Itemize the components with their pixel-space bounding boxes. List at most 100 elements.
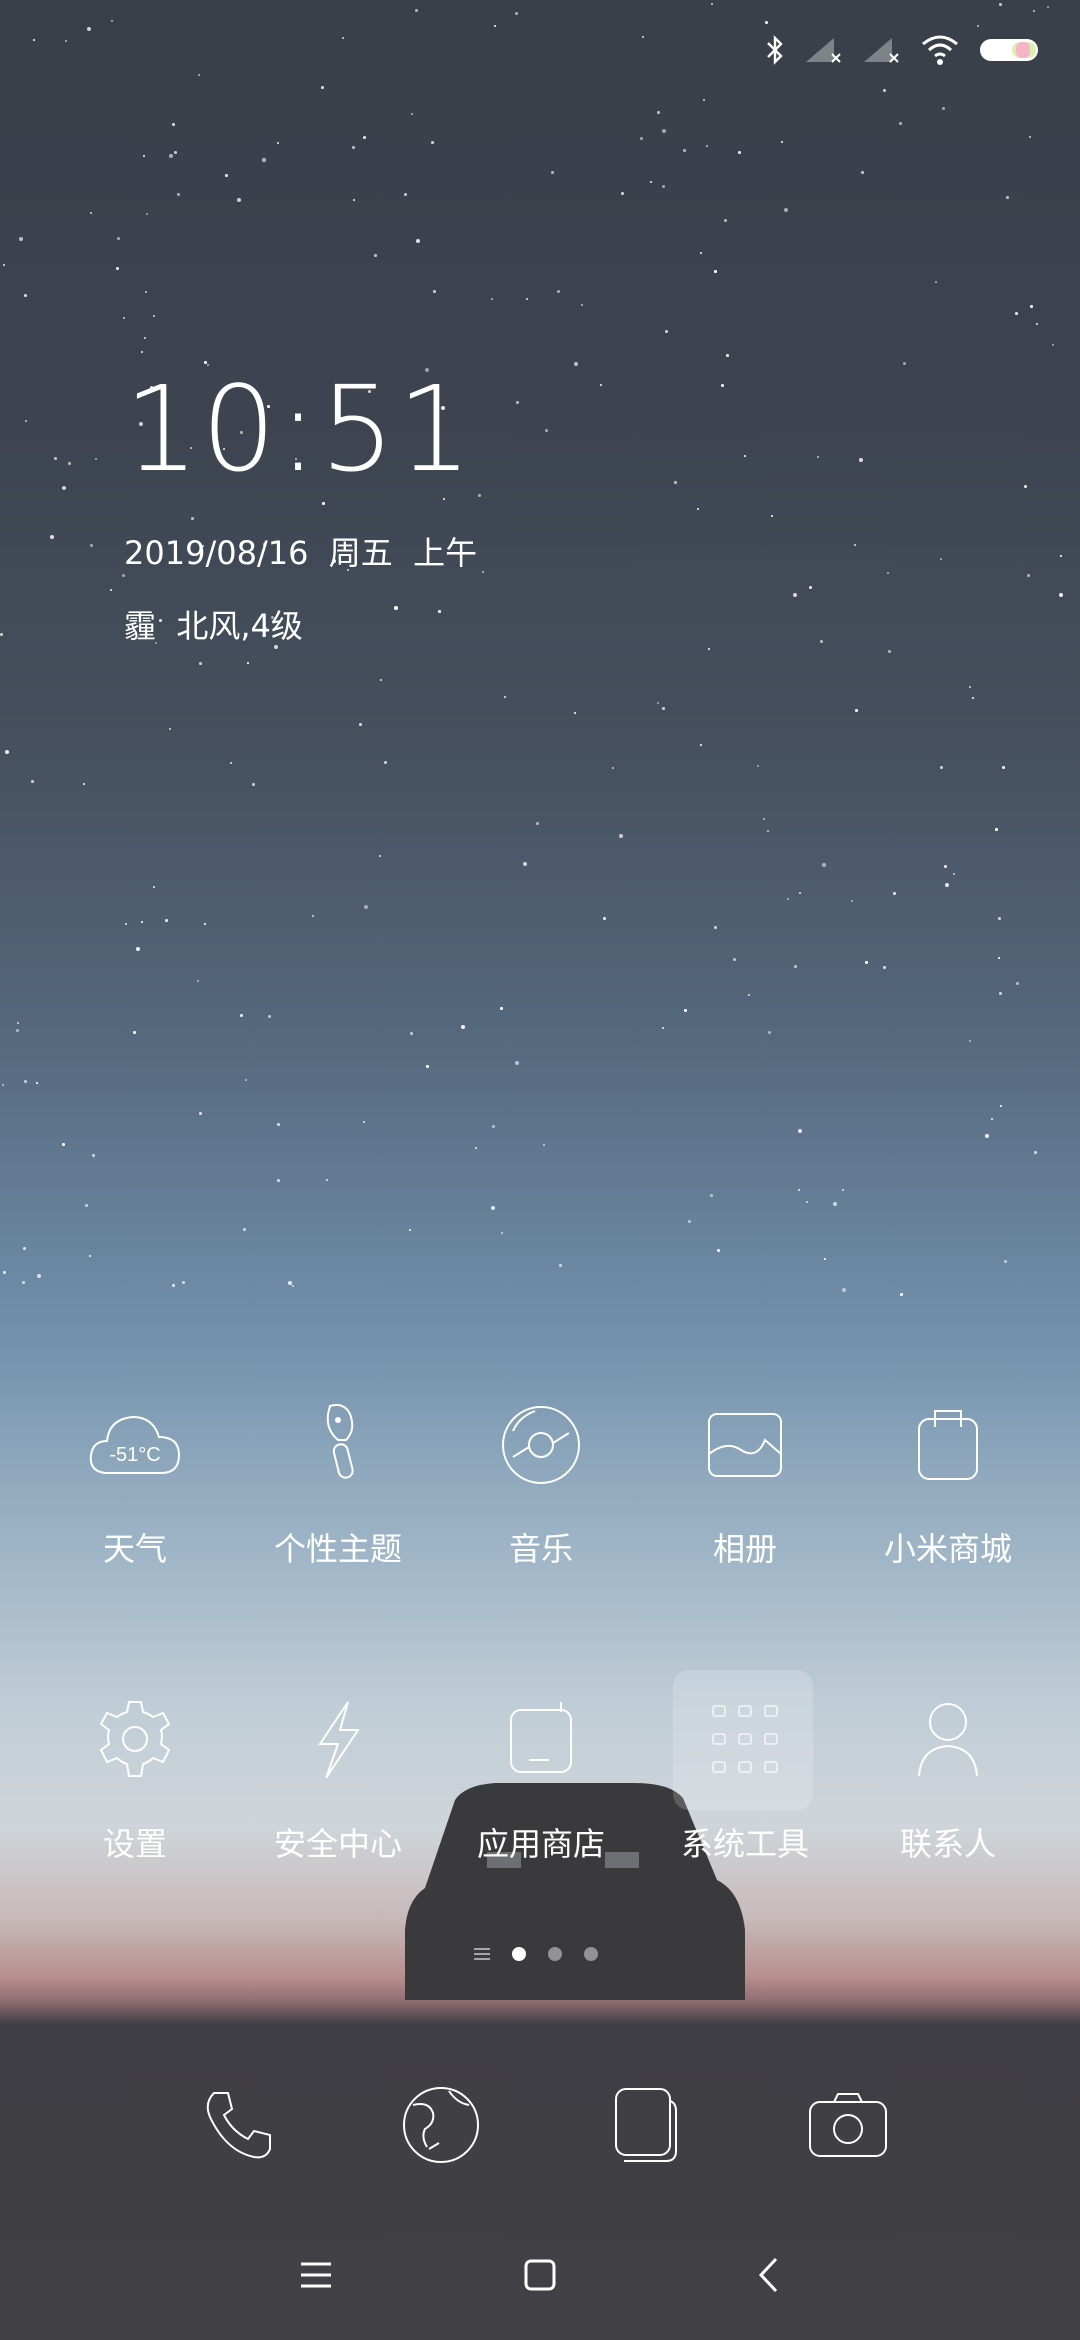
star — [443, 498, 445, 500]
app-music[interactable]: 音乐 — [436, 1390, 646, 1570]
app-contacts[interactable]: 联系人 — [843, 1685, 1053, 1865]
app-settings[interactable]: 设置 — [30, 1685, 240, 1865]
dock-browser[interactable] — [396, 2080, 486, 2170]
star — [165, 919, 168, 922]
app-weather[interactable]: -51°C 天气 — [30, 1390, 240, 1570]
star — [461, 1025, 465, 1029]
star — [806, 1201, 808, 1203]
star — [410, 1032, 413, 1035]
star — [1030, 305, 1033, 308]
star — [581, 304, 583, 306]
star — [277, 1179, 280, 1182]
star — [700, 744, 702, 746]
star — [0, 633, 3, 636]
star — [717, 1249, 720, 1252]
star — [820, 640, 823, 643]
star — [650, 181, 652, 183]
star — [865, 961, 868, 964]
star — [277, 1123, 280, 1126]
star — [199, 1112, 202, 1115]
star — [54, 457, 57, 460]
star — [893, 892, 896, 895]
star — [600, 384, 602, 386]
page-dot[interactable] — [548, 1947, 562, 1961]
star — [2, 1084, 4, 1086]
star — [292, 1285, 294, 1287]
star — [1034, 1151, 1037, 1154]
star — [110, 589, 112, 591]
star — [887, 572, 889, 574]
nav-back-button[interactable] — [738, 2245, 798, 2305]
star — [363, 1121, 365, 1123]
star — [674, 481, 677, 484]
app-mi-store[interactable]: 小米商城 — [843, 1390, 1053, 1570]
app-app-store[interactable]: 应用商店 — [436, 1685, 646, 1865]
app-label: 设置 — [102, 1825, 167, 1863]
star — [24, 1080, 27, 1083]
star — [288, 1281, 292, 1285]
star — [144, 337, 146, 339]
star — [684, 1009, 687, 1012]
star — [5, 750, 9, 754]
app-store-icon — [510, 1702, 572, 1773]
nav-menu-button[interactable] — [286, 2245, 346, 2305]
star — [172, 1284, 175, 1287]
star — [384, 761, 387, 764]
star — [225, 174, 228, 177]
dock-camera[interactable] — [803, 2080, 893, 2170]
star — [999, 3, 1002, 6]
dock-phone[interactable] — [193, 2080, 283, 2170]
star — [557, 290, 560, 293]
star — [277, 142, 279, 144]
star — [612, 767, 614, 769]
app-themes[interactable]: 个性主题 — [233, 1390, 443, 1570]
app-system-tools[interactable]: 系统工具 — [640, 1685, 850, 1865]
star — [768, 1031, 771, 1034]
star — [985, 1134, 989, 1138]
clock-time[interactable]: 10:51 — [124, 370, 474, 488]
star — [25, 420, 27, 422]
star — [117, 237, 120, 240]
nav-home-button[interactable] — [510, 2245, 570, 2305]
dock-messages[interactable] — [600, 2080, 690, 2170]
gear-icon — [99, 1701, 171, 1777]
app-gallery[interactable]: 相册 — [640, 1390, 850, 1570]
star — [146, 213, 148, 215]
star — [1047, 6, 1049, 8]
star — [551, 171, 554, 174]
page-dot[interactable] — [512, 1947, 526, 1961]
star — [199, 662, 202, 665]
star — [312, 915, 314, 917]
star — [842, 1189, 844, 1191]
star — [321, 86, 324, 89]
page-dot[interactable] — [584, 1947, 598, 1961]
star — [268, 1015, 271, 1018]
weather-text: 霾 北风,4级 — [124, 607, 303, 645]
star — [603, 917, 606, 920]
star — [944, 865, 947, 868]
theme-brush-icon — [326, 1404, 354, 1479]
star — [809, 586, 812, 589]
star — [574, 712, 576, 714]
star — [854, 544, 856, 546]
star — [703, 99, 705, 101]
star — [787, 898, 789, 900]
star — [172, 123, 175, 126]
star — [662, 707, 665, 710]
star — [491, 298, 493, 300]
star — [322, 502, 325, 505]
star — [133, 1031, 136, 1034]
star — [642, 36, 644, 38]
star — [182, 1281, 185, 1284]
star — [359, 723, 362, 726]
star — [174, 151, 177, 154]
star — [1027, 574, 1030, 577]
page-indicator[interactable] — [474, 1947, 598, 1961]
star — [87, 27, 91, 31]
app-security[interactable]: 安全中心 — [233, 1685, 443, 1865]
star — [855, 709, 858, 712]
star — [409, 1229, 411, 1231]
star — [177, 193, 180, 196]
back-icon — [758, 2257, 778, 2293]
star — [697, 508, 699, 510]
